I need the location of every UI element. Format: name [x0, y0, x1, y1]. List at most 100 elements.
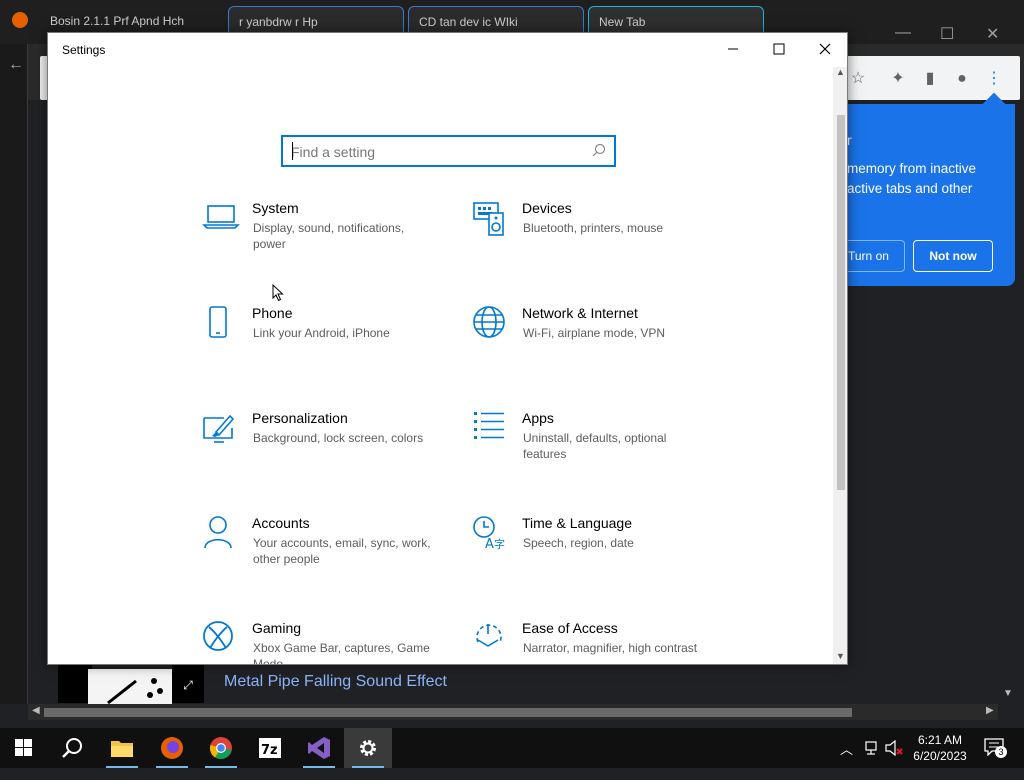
tile-name: Gaming — [252, 620, 302, 636]
search-box[interactable] — [281, 135, 616, 167]
search-icon[interactable] — [592, 143, 606, 160]
media-row[interactable]: ⤢ Metal Pipe Falling Sound Effect — [28, 665, 828, 705]
tile-phone[interactable]: Phone Link your Android, iPhone — [202, 305, 432, 385]
media-title[interactable]: Metal Pipe Falling Sound Effect — [224, 673, 447, 691]
apps-list-icon — [474, 412, 504, 439]
scrollbar-thumb[interactable] — [837, 115, 845, 490]
scroll-right-icon[interactable]: ▶ — [986, 705, 994, 716]
tile-description: Link your Android, iPhone — [253, 326, 390, 340]
tile-network[interactable]: Network & Internet Wi-Fi, airplane mode,… — [472, 305, 702, 385]
sidepanel-icon[interactable]: ▮ — [921, 70, 939, 88]
tab-label: CD tan dev ic WIki — [419, 15, 518, 29]
profile-icon[interactable]: ● — [953, 70, 971, 88]
tab-label: New Tab — [599, 15, 646, 29]
start-button[interactable] — [0, 728, 48, 768]
paint-icon — [203, 414, 235, 443]
tile-accounts[interactable]: Accounts Your accounts, email, sync, wor… — [202, 515, 432, 595]
tile-ease-of-access[interactable]: Ease of Access Narrator, magnifier, high… — [472, 620, 702, 664]
settings-content: System Display, sound, notifications, po… — [48, 67, 833, 664]
scrollbar-thumb[interactable] — [44, 708, 852, 717]
text-caret — [292, 142, 293, 160]
clock-time: 6:21 AM — [917, 733, 963, 747]
extensions-icon[interactable]: ✦ — [889, 70, 907, 88]
close-icon[interactable]: ✕ — [986, 24, 999, 44]
browser-left-strip — [0, 44, 28, 704]
7zip-icon: 7z — [259, 738, 281, 758]
turn-on-button[interactable]: Turn on — [845, 240, 905, 272]
gear-icon — [360, 740, 376, 756]
maximize-button[interactable] — [756, 33, 802, 67]
tile-description: Your accounts, email, sync, work, other … — [253, 536, 431, 566]
menu-icon[interactable]: ⋮ — [985, 70, 1003, 88]
maximize-icon — [773, 43, 785, 55]
scroll-down-icon[interactable]: ▼ — [836, 651, 845, 661]
tile-time-language[interactable]: A 字 Time & Language Speech, region, date — [472, 515, 702, 595]
folder-icon — [111, 741, 133, 757]
chrome-button[interactable] — [197, 728, 245, 768]
memory-saver-bubble: r memory from inactive active tabs and o… — [845, 104, 1015, 286]
svg-text:A: A — [485, 537, 494, 552]
chrome-icon — [209, 737, 232, 760]
tile-name: Time & Language — [522, 515, 632, 531]
laptop-icon — [202, 205, 240, 229]
time-language-icon: A 字 — [473, 516, 505, 552]
clock-date: 6/20/2023 — [913, 749, 967, 763]
thumbnail-left — [58, 665, 92, 703]
search-button[interactable] — [48, 728, 96, 768]
bubble-body: memory from inactive active tabs and oth… — [847, 161, 977, 196]
tab-label: r yanbdrw r Hp — [239, 15, 318, 29]
tile-apps[interactable]: Apps Uninstall, defaults, optional featu… — [472, 410, 702, 490]
file-explorer-button[interactable] — [98, 728, 146, 768]
tile-name: Ease of Access — [522, 620, 618, 636]
mouse-cursor-icon — [272, 284, 284, 302]
tile-description: Wi-Fi, airplane mode, VPN — [523, 326, 666, 340]
back-arrow-icon[interactable]: ← — [8, 56, 24, 74]
tile-gaming[interactable]: Gaming Xbox Game Bar, captures, Game Mod… — [202, 620, 432, 664]
firefox-button[interactable] — [148, 728, 196, 768]
chevron-up-icon[interactable]: ︿ — [840, 739, 853, 779]
ease-of-access-icon — [476, 624, 502, 647]
settings-titlebar: Settings — [48, 33, 847, 67]
browser-content — [848, 286, 1020, 698]
search-icon — [62, 738, 82, 758]
tile-description: Bluetooth, printers, mouse — [523, 221, 664, 235]
tile-devices[interactable]: Devices Bluetooth, printers, mouse — [472, 200, 702, 280]
horizontal-scrollbar[interactable]: ◀ ▶ — [28, 704, 998, 720]
svg-text:7z: 7z — [261, 743, 278, 758]
system-clock[interactable]: 6:21 AM 6/20/2023 — [905, 732, 975, 764]
not-now-button[interactable]: Not now — [913, 240, 993, 272]
scroll-left-icon[interactable]: ◀ — [32, 705, 40, 716]
close-button[interactable] — [802, 33, 847, 67]
maximize-icon[interactable]: ☐ — [940, 24, 954, 44]
tab-label: Bosin 2.1.1 Prf Apnd Hch — [50, 14, 185, 28]
svg-text:字: 字 — [494, 537, 505, 551]
tile-name: Phone — [252, 305, 293, 321]
visual-studio-button[interactable] — [295, 728, 343, 768]
tile-description: Speech, region, date — [523, 536, 634, 550]
tile-name: Apps — [522, 410, 554, 426]
tile-personalization[interactable]: Personalization Background, lock screen,… — [202, 410, 432, 490]
globe-icon — [473, 306, 505, 338]
tile-description: Display, sound, notifications, power — [253, 221, 405, 251]
tile-name: Network & Internet — [522, 305, 638, 321]
minimize-button[interactable] — [710, 33, 756, 67]
tile-system[interactable]: System Display, sound, notifications, po… — [202, 200, 432, 280]
scroll-down-icon[interactable]: ▼ — [1003, 688, 1013, 699]
search-input[interactable] — [291, 141, 581, 163]
action-center-button[interactable]: 3 — [984, 738, 1008, 758]
video-thumbnail[interactable] — [88, 669, 172, 705]
star-icon[interactable]: ☆ — [849, 70, 867, 88]
tile-description: Uninstall, defaults, optional features — [523, 431, 667, 461]
minimize-icon[interactable]: — — [895, 24, 911, 42]
magnifier-glyph — [592, 143, 606, 157]
thumbnail-art-icon — [107, 678, 163, 705]
expand-icon[interactable]: ⤢ — [172, 665, 204, 703]
volume-muted-icon[interactable] — [884, 740, 904, 780]
network-icon[interactable] — [862, 740, 880, 780]
taskbar: 7z ︿ 6:21 AM 6/20/2023 3 — [0, 728, 1024, 768]
settings-scrollbar[interactable]: ▲ ▼ — [833, 67, 847, 664]
close-icon — [819, 43, 831, 55]
scroll-up-icon[interactable]: ▲ — [836, 67, 845, 77]
settings-button[interactable] — [344, 728, 392, 768]
7zip-button[interactable]: 7z — [246, 728, 294, 768]
